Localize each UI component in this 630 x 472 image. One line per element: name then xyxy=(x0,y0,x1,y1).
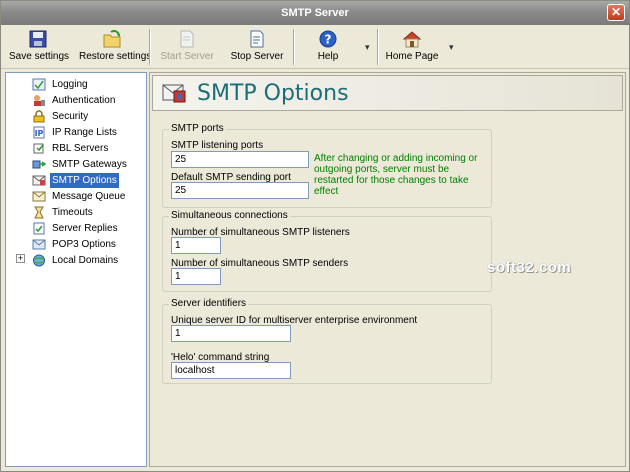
timeouts-icon xyxy=(34,206,44,219)
folder-restore-icon xyxy=(103,30,121,48)
senders-input[interactable]: 1 xyxy=(171,268,221,285)
local-domains-icon xyxy=(33,254,45,267)
nav-label: RBL Servers xyxy=(52,143,109,154)
nav-label: Message Queue xyxy=(52,191,126,202)
identifiers-group: Server identifiers Unique server ID for … xyxy=(162,298,492,384)
stop-server-button[interactable]: Stop Server xyxy=(229,27,285,67)
nav-label: POP3 Options xyxy=(52,239,116,250)
title-bar[interactable]: SMTP Server ✕ xyxy=(1,1,629,25)
group-title: Simultaneous connections xyxy=(169,210,290,221)
nav-label: Logging xyxy=(52,79,88,90)
pop3-options-icon xyxy=(32,239,46,250)
smtp-options-header-icon xyxy=(162,84,186,103)
sending-port-input[interactable]: 25 xyxy=(171,182,309,199)
listening-ports-label: SMTP listening ports xyxy=(171,140,264,151)
app-window: SMTP Server ✕ Save settings Restore sett… xyxy=(0,0,630,472)
server-replies-icon xyxy=(33,222,45,235)
toolbar-separator xyxy=(293,29,295,65)
listening-ports-input[interactable]: 25 xyxy=(171,151,309,168)
svg-text:?: ? xyxy=(325,33,332,47)
group-title: SMTP ports xyxy=(169,123,226,134)
nav-label: Timeouts xyxy=(52,207,93,218)
helo-input[interactable]: localhost xyxy=(171,362,291,379)
save-settings-label: Save settings xyxy=(9,51,70,62)
house-icon xyxy=(402,31,422,48)
home-page-button[interactable]: Home Page xyxy=(385,27,439,67)
help-label: Help xyxy=(317,51,339,62)
restore-settings-button[interactable]: Restore settings xyxy=(79,27,152,67)
svg-text:IP: IP xyxy=(35,129,44,138)
nav-label: Security xyxy=(52,111,89,122)
listeners-input[interactable]: 1 xyxy=(171,237,221,254)
stop-server-label: Stop Server xyxy=(230,51,284,62)
restore-settings-label: Restore settings xyxy=(79,51,152,62)
save-settings-button[interactable]: Save settings xyxy=(9,27,70,67)
nav-label: Authentication xyxy=(52,95,116,106)
nav-label: SMTP Gateways xyxy=(52,159,127,170)
lock-icon xyxy=(33,110,45,123)
expand-toggle-icon[interactable]: + xyxy=(16,254,25,263)
start-server-button[interactable]: Start Server xyxy=(159,27,215,67)
connections-group: Simultaneous connections Number of simul… xyxy=(162,210,492,292)
rbl-servers-icon xyxy=(33,143,44,154)
smtp-options-icon xyxy=(32,175,46,186)
window-title: SMTP Server xyxy=(281,7,349,19)
start-server-label: Start Server xyxy=(160,51,214,62)
close-button[interactable]: ✕ xyxy=(607,4,625,21)
message-queue-icon xyxy=(32,191,46,202)
nav-label: Local Domains xyxy=(52,255,119,266)
nav-label: Server Replies xyxy=(52,223,118,234)
start-document-icon xyxy=(180,30,194,48)
watermark-text: soft32.com xyxy=(487,259,572,276)
ip-range-icon: IP xyxy=(33,126,45,139)
nav-label: SMTP Options xyxy=(50,173,119,188)
toolbar-separator xyxy=(377,29,379,65)
help-dropdown-arrow-icon[interactable]: ▾ xyxy=(365,42,370,53)
close-icon: ✕ xyxy=(610,5,622,19)
settings-tree: Logging Authentication Security IP IP Ra… xyxy=(5,72,147,467)
help-icon: ? xyxy=(319,30,337,48)
logging-icon xyxy=(32,78,46,91)
help-button[interactable]: ? Help xyxy=(303,27,353,67)
toolbar-separator xyxy=(149,29,151,65)
smtp-ports-group: SMTP ports SMTP listening ports 25 Defau… xyxy=(162,123,492,208)
restart-note: After changing or adding incoming or out… xyxy=(314,153,478,197)
home-dropdown-arrow-icon[interactable]: ▾ xyxy=(449,42,454,53)
stop-document-icon xyxy=(250,30,264,48)
page-title: SMTP Options xyxy=(197,81,349,106)
group-title: Server identifiers xyxy=(169,298,249,309)
content-header: SMTP Options xyxy=(152,75,623,111)
floppy-disk-icon xyxy=(29,30,47,48)
gateways-icon xyxy=(32,160,46,169)
home-page-label: Home Page xyxy=(385,51,439,62)
nav-label: IP Range Lists xyxy=(52,127,117,138)
server-id-input[interactable]: 1 xyxy=(171,325,291,342)
toolbar: Save settings Restore settings Start Ser… xyxy=(1,25,629,69)
authentication-icon xyxy=(34,95,45,106)
